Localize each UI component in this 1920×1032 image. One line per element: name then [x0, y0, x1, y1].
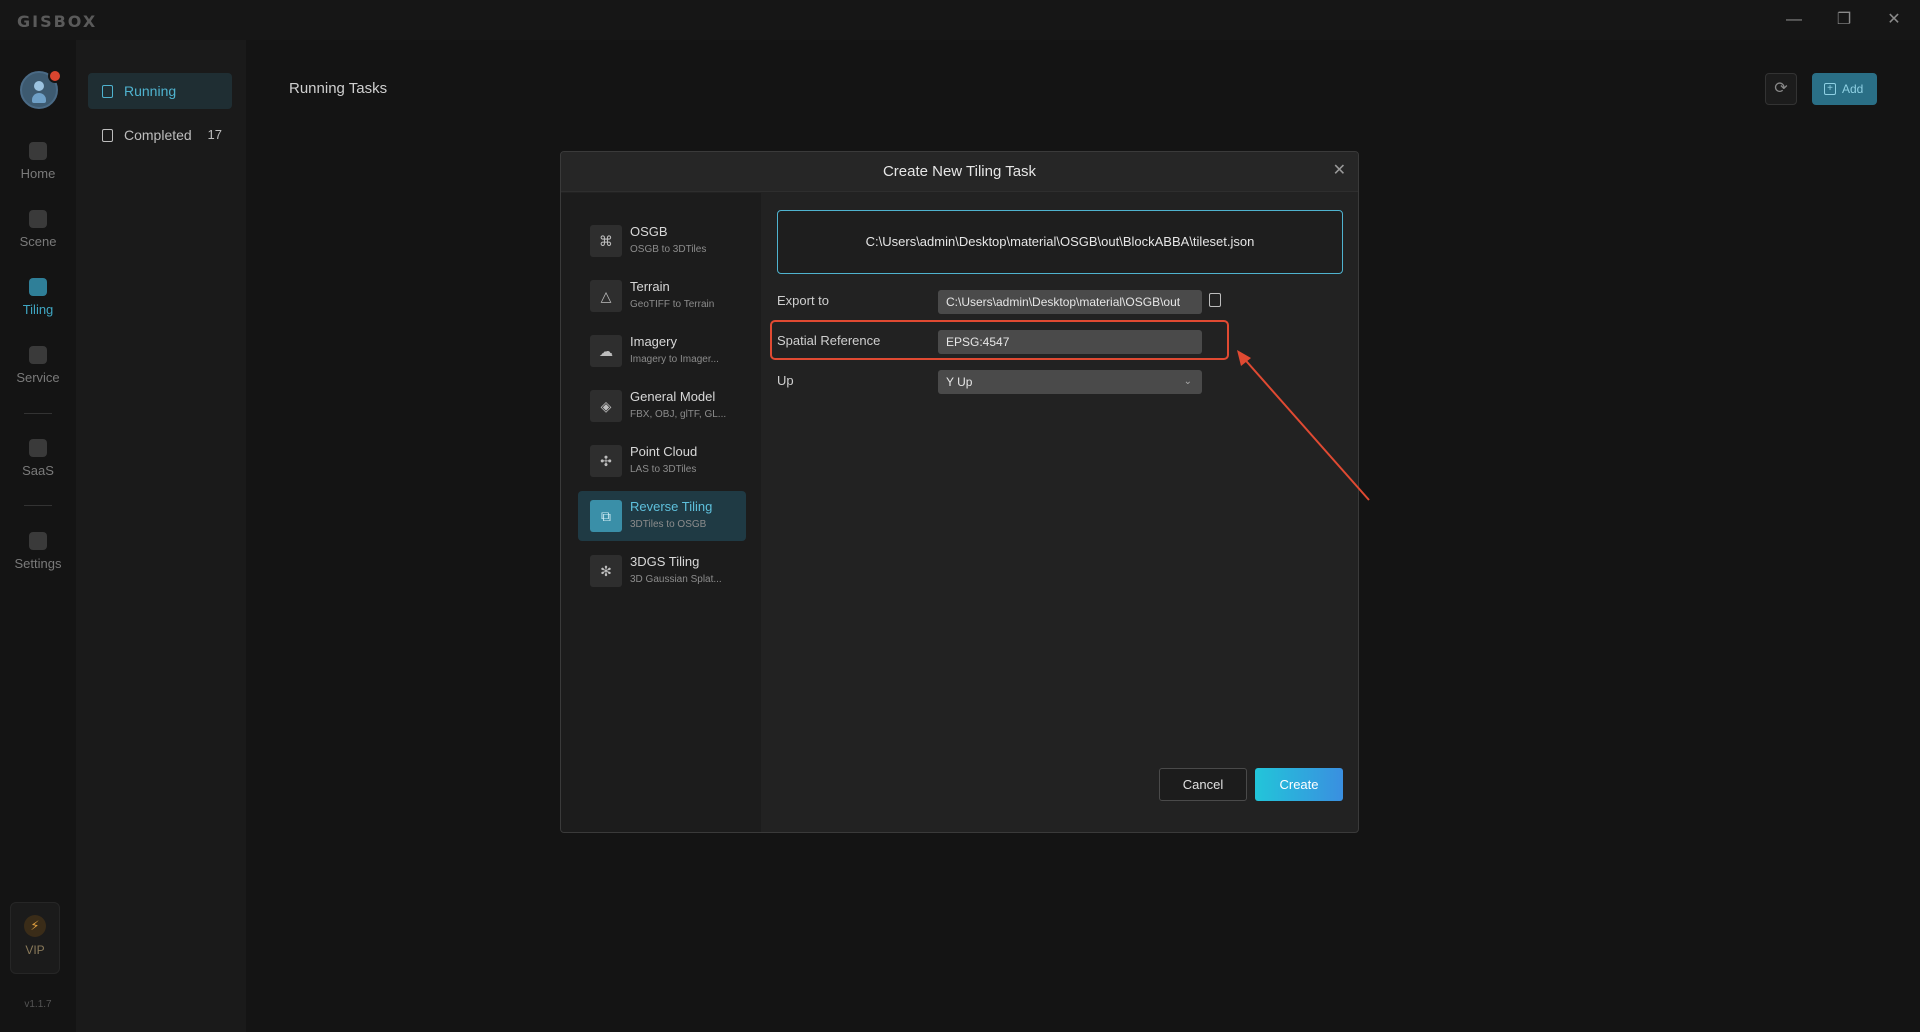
- annotation-arrow: [1237, 350, 1370, 501]
